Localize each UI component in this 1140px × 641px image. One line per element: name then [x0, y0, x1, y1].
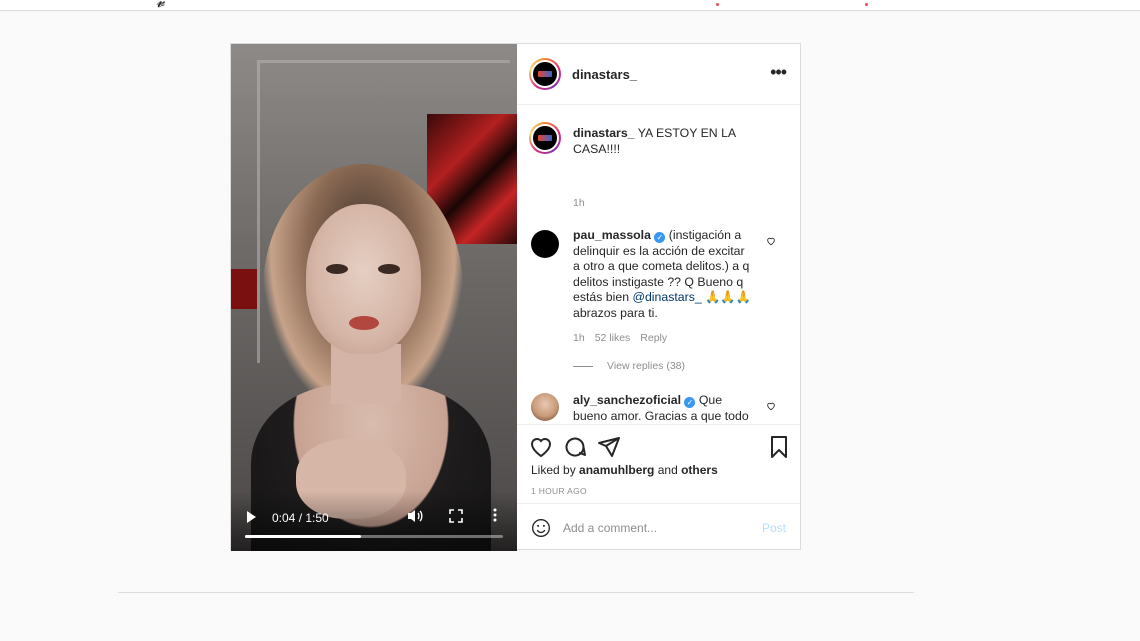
commenter-avatar[interactable]: [531, 230, 559, 258]
post-actions: Liked by anamuhlberg and others 1 HOUR A…: [517, 424, 800, 505]
more-options-icon[interactable]: •••: [770, 62, 787, 83]
comment-mention[interactable]: @dinastars_: [632, 290, 701, 304]
comment-time[interactable]: 1h: [573, 332, 585, 344]
comment-username[interactable]: aly_sanchezoficial: [573, 393, 681, 407]
volume-icon[interactable]: [407, 509, 423, 526]
comment-username[interactable]: pau_massola: [573, 228, 651, 242]
liked-by-others[interactable]: others: [681, 463, 718, 477]
comments-list[interactable]: dinastars_ YA ESTOY EN LA CASA!!!! 1h pa…: [517, 105, 800, 423]
view-replies-label: View replies (38): [607, 360, 686, 372]
notification-dot: [865, 3, 868, 6]
comment-icon[interactable]: [563, 435, 587, 459]
video-frame-subject: [378, 264, 400, 274]
comment-meta: 1h 52 likes Reply: [573, 332, 677, 344]
notification-dot: [716, 3, 719, 6]
video-more-icon[interactable]: [493, 508, 497, 525]
video-frame-subject: [306, 204, 421, 354]
video-frame-subject: [326, 264, 348, 274]
comment-input[interactable]: [563, 516, 743, 540]
video-frame-background: [231, 269, 257, 309]
fullscreen-icon[interactable]: [449, 509, 463, 526]
footer-divider: [118, 592, 914, 593]
view-replies-button[interactable]: View replies (38): [573, 360, 685, 372]
like-icon[interactable]: [529, 435, 553, 459]
comment-text: pau_massola ✓ (instigación a delinquir e…: [573, 228, 753, 321]
video-frame-subject: [349, 316, 379, 330]
post-header: dinastars_ •••: [517, 44, 800, 105]
save-icon[interactable]: [767, 435, 791, 459]
liked-by: Liked by anamuhlberg and others: [531, 463, 718, 477]
caption-username[interactable]: dinastars_: [573, 126, 635, 140]
heart-small-icon[interactable]: [766, 401, 776, 411]
video-progress-bar[interactable]: [245, 535, 503, 538]
caption-text: dinastars_ YA ESTOY EN LA CASA!!!!: [573, 126, 783, 157]
commenter-avatar[interactable]: [531, 393, 559, 421]
comment-likes[interactable]: 52 likes: [595, 332, 631, 344]
author-username[interactable]: dinastars_: [572, 67, 637, 82]
top-nav-bar: 𝓿: [0, 0, 1140, 11]
instagram-logo-fragment[interactable]: 𝓿: [156, 0, 165, 12]
caption-meta: 1h: [573, 197, 595, 209]
heart-small-icon[interactable]: [766, 236, 776, 246]
author-avatar[interactable]: [529, 58, 561, 90]
comment-text: aly_sanchezoficial ✓ Que bueno amor. Gra…: [573, 393, 753, 423]
post-comment-button[interactable]: Post: [762, 521, 786, 535]
caption-time[interactable]: 1h: [573, 197, 585, 209]
video-controls: 0:04 / 1:50: [231, 491, 517, 551]
video-time: 0:04 / 1:50: [272, 511, 329, 525]
post-video[interactable]: 0:04 / 1:50: [231, 44, 517, 551]
liked-by-prefix: Liked by: [531, 463, 580, 477]
share-icon[interactable]: [597, 435, 621, 459]
divider: [573, 365, 593, 367]
reply-button[interactable]: Reply: [640, 332, 667, 344]
add-comment-bar: Post: [517, 503, 800, 551]
liked-by-middle: and: [654, 463, 682, 477]
play-icon[interactable]: [247, 511, 256, 523]
video-progress-fill: [245, 535, 362, 538]
post-card: 0:04 / 1:50 dinastars_ ••• dinastars_ YA…: [230, 43, 801, 551]
caption-avatar[interactable]: [529, 122, 561, 154]
verified-icon: ✓: [684, 397, 696, 408]
verified-icon: ✓: [654, 232, 666, 243]
emoji-icon[interactable]: [531, 518, 551, 538]
liked-by-user[interactable]: anamuhlberg: [579, 463, 654, 477]
post-timestamp[interactable]: 1 HOUR AGO: [531, 486, 587, 496]
post-side-panel: dinastars_ ••• dinastars_ YA ESTOY EN LA…: [517, 44, 800, 549]
